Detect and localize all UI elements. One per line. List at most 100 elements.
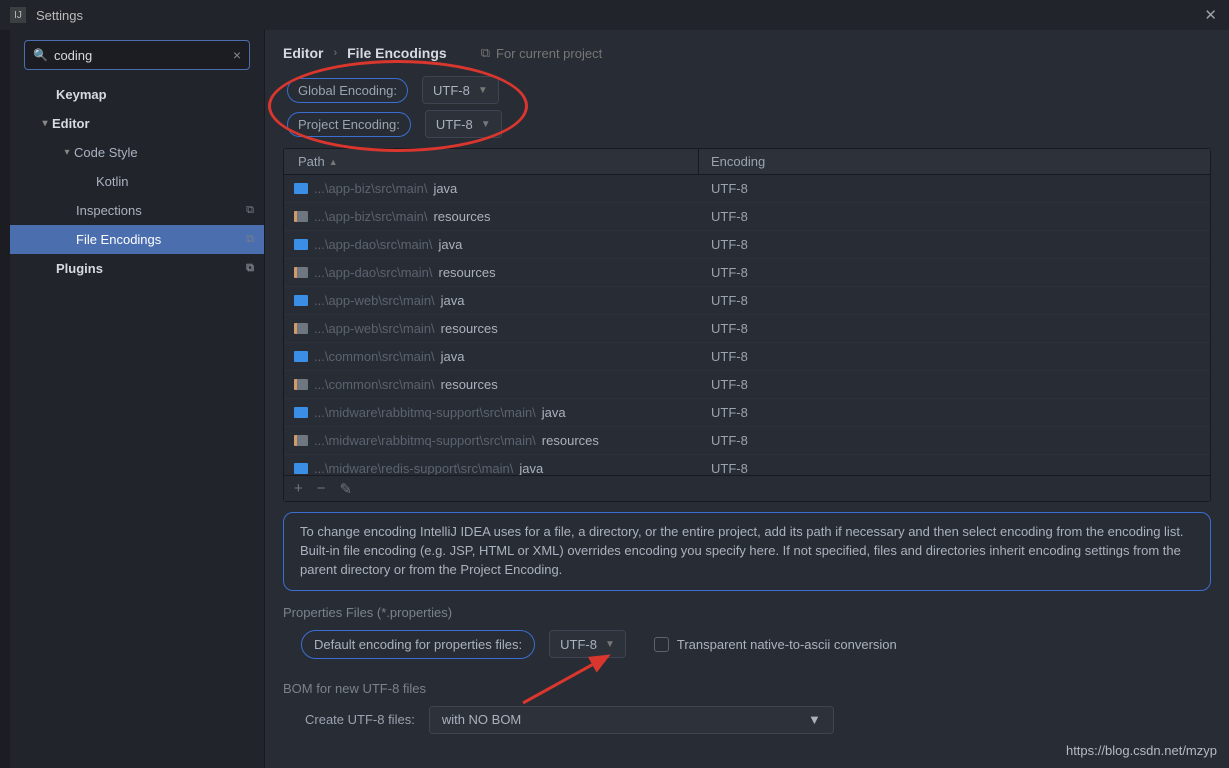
folder-resources-icon xyxy=(294,435,308,446)
app-icon: IJ xyxy=(10,7,26,23)
scope-hint: ⧉ For current project xyxy=(481,45,603,61)
sidebar-item-label: Editor xyxy=(52,116,90,131)
table-row[interactable]: ...\app-dao\src\main\resourcesUTF-8 xyxy=(284,259,1210,287)
copy-icon: ⧉ xyxy=(246,204,254,217)
project-encoding-dropdown[interactable]: UTF-8 ▼ xyxy=(425,110,502,138)
folder-resources-icon xyxy=(294,323,308,334)
path-name: resources xyxy=(439,265,496,280)
caret-down-icon: ▼ xyxy=(481,119,491,130)
bom-section-label: BOM for new UTF-8 files xyxy=(283,681,1211,696)
global-encoding-dropdown[interactable]: UTF-8 ▼ xyxy=(422,76,499,104)
bom-dropdown[interactable]: with NO BOM ▼ xyxy=(429,706,834,734)
sidebar-item-code-style[interactable]: ▾Code Style xyxy=(10,138,264,167)
project-encoding-label: Project Encoding: xyxy=(287,112,411,137)
bom-value: with NO BOM xyxy=(442,712,521,727)
row-encoding: UTF-8 xyxy=(699,461,748,475)
search-input[interactable] xyxy=(54,48,233,63)
remove-button[interactable]: − xyxy=(317,480,326,497)
sidebar-item-label: Plugins xyxy=(56,261,103,276)
properties-encoding-dropdown[interactable]: UTF-8 ▼ xyxy=(549,630,626,658)
path-prefix: ...\app-web\src\main\ xyxy=(314,293,435,308)
content: Editor › File Encodings ⧉ For current pr… xyxy=(265,30,1229,768)
chevron-down-icon: ▾ xyxy=(38,118,52,129)
global-encoding-label: Global Encoding: xyxy=(287,78,408,103)
sidebar-item-label: Kotlin xyxy=(96,174,129,189)
path-name: java xyxy=(542,405,566,420)
caret-down-icon: ▼ xyxy=(808,712,821,727)
folder-java-icon xyxy=(294,183,308,194)
table-row[interactable]: ...\app-web\src\main\ java UTF-8 xyxy=(284,287,1210,315)
folder-java-icon xyxy=(294,351,308,362)
path-name: resources xyxy=(542,433,599,448)
row-encoding: UTF-8 xyxy=(699,265,748,280)
bom-label: Create UTF-8 files: xyxy=(305,712,415,727)
transparent-ascii-label: Transparent native-to-ascii conversion xyxy=(677,637,897,652)
row-encoding: UTF-8 xyxy=(699,293,748,308)
row-encoding: UTF-8 xyxy=(699,349,748,364)
sidebar-item-plugins[interactable]: Plugins ⧉ xyxy=(10,254,264,283)
search-input-wrap[interactable]: 🔍 × xyxy=(24,40,250,70)
table-row[interactable]: ...\app-dao\src\main\javaUTF-8 xyxy=(284,231,1210,259)
path-prefix: ...\midware\rabbitmq-support\src\main\ xyxy=(314,405,536,420)
global-encoding-value: UTF-8 xyxy=(433,83,470,98)
sidebar-item-file-encodings[interactable]: File Encodings⧉ xyxy=(10,225,264,254)
path-prefix: ...\app-biz\src\main\ xyxy=(314,209,427,224)
row-encoding: UTF-8 xyxy=(699,377,748,392)
sidebar-item-label: Keymap xyxy=(56,87,107,102)
col-path-header[interactable]: Path▲ xyxy=(284,149,699,174)
table-footer: + − ✎ xyxy=(284,475,1210,501)
path-prefix: ...\common\src\main\ xyxy=(314,377,435,392)
folder-resources-icon xyxy=(294,267,308,278)
table-row[interactable]: ...\common\src\main\javaUTF-8 xyxy=(284,343,1210,371)
info-box: To change encoding IntelliJ IDEA uses fo… xyxy=(283,512,1211,591)
table-row[interactable]: ...\midware\redis-support\src\main\javaU… xyxy=(284,455,1210,475)
path-name: resources xyxy=(441,377,498,392)
table-row[interactable]: ...\common\src\main\ resources UTF-8 xyxy=(284,371,1210,399)
sidebar-item-label: File Encodings xyxy=(76,232,161,247)
close-icon[interactable]: ✕ xyxy=(1204,6,1217,24)
clear-icon[interactable]: × xyxy=(233,47,241,63)
table-row[interactable]: ...\app-biz\src\main\javaUTF-8 xyxy=(284,175,1210,203)
row-encoding: UTF-8 xyxy=(699,321,748,336)
search-icon: 🔍 xyxy=(33,48,48,62)
table-row[interactable]: ...\midware\rabbitmq-support\src\main\ ja… xyxy=(284,399,1210,427)
path-prefix: ...\app-web\src\main\ xyxy=(314,321,435,336)
row-encoding: UTF-8 xyxy=(699,433,748,448)
sidebar-item-label: Inspections xyxy=(76,203,142,218)
transparent-ascii-checkbox[interactable] xyxy=(654,637,669,652)
table-body[interactable]: ...\app-biz\src\main\ java UTF-8 ...\app-bi… xyxy=(284,175,1210,475)
row-encoding: UTF-8 xyxy=(699,237,748,252)
folder-java-icon xyxy=(294,239,308,250)
window-title: Settings xyxy=(36,8,83,23)
settings-tree: Keymap▾Editor▾Code StyleKotlinInspection… xyxy=(10,80,264,283)
scope-hint-text: For current project xyxy=(496,46,602,61)
left-strip xyxy=(0,30,10,768)
sidebar-item-kotlin[interactable]: Kotlin xyxy=(10,167,264,196)
crumb-file-encodings: File Encodings xyxy=(347,45,447,61)
table-row[interactable]: ...\app-web\src\main\resourcesUTF-8 xyxy=(284,315,1210,343)
col-encoding-header[interactable]: Encoding xyxy=(699,154,765,169)
row-encoding: UTF-8 xyxy=(699,405,748,420)
path-prefix: ...\app-biz\src\main\ xyxy=(314,181,427,196)
folder-resources-icon xyxy=(294,211,308,222)
path-prefix: ...\app-dao\src\main\ xyxy=(314,237,433,252)
sidebar-item-inspections[interactable]: Inspections ⧉ xyxy=(10,196,264,225)
path-name: java xyxy=(441,293,465,308)
path-prefix: ...\midware\rabbitmq-support\src\main\ xyxy=(314,433,536,448)
add-button[interactable]: + xyxy=(294,480,303,497)
path-name: java xyxy=(433,181,457,196)
caret-down-icon: ▼ xyxy=(605,639,615,650)
table-row[interactable]: ...\app-biz\src\main\resourcesUTF-8 xyxy=(284,203,1210,231)
folder-java-icon xyxy=(294,295,308,306)
sidebar-item-editor[interactable]: ▾Editor xyxy=(10,109,264,138)
copy-icon: ⧉ xyxy=(246,262,254,275)
copy-icon: ⧉ xyxy=(481,45,490,61)
sidebar: 🔍 × Keymap▾Editor▾Code StyleKotlinInspec… xyxy=(10,30,265,768)
table-row[interactable]: ...\midware\rabbitmq-support\src\main\ re… xyxy=(284,427,1210,455)
edit-button[interactable]: ✎ xyxy=(340,480,353,498)
project-encoding-value: UTF-8 xyxy=(436,117,473,132)
sidebar-item-label: Code Style xyxy=(74,145,138,160)
sidebar-item-keymap[interactable]: Keymap xyxy=(10,80,264,109)
folder-java-icon xyxy=(294,407,308,418)
watermark: https://blog.csdn.net/mzyp xyxy=(1066,743,1217,758)
